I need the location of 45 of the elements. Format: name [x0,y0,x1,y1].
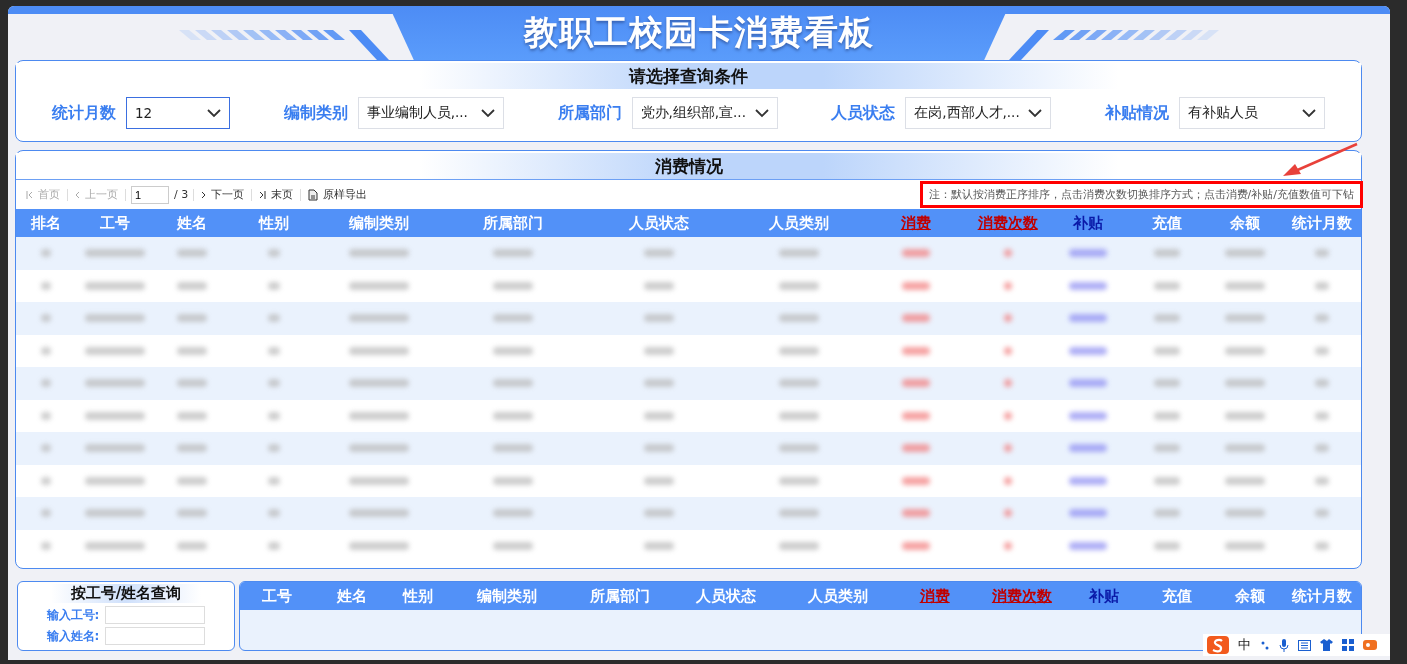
page-total: / 3 [174,188,189,201]
column-header: 所属部门 [482,213,545,233]
column-header[interactable]: 补贴 [1048,213,1128,233]
column-header: 人员状态 [695,586,758,606]
language-mode[interactable]: 中 [1238,636,1251,654]
field-label: 输入工号: [46,606,100,624]
column-header: 编制类别 [475,586,538,606]
column-header: 余额 [1233,586,1266,606]
column-header: 工号 [98,213,131,233]
column-header: 充值 [1150,213,1183,233]
column-header: 统计月数 [1291,586,1354,606]
export-button[interactable]: 原样导出 [306,187,370,202]
column-header: 余额 [1229,213,1262,233]
last-page-button[interactable]: 末页 [257,187,296,202]
column-header: 排名 [30,213,63,233]
column-header: 性别 [401,586,435,606]
column-header: 姓名 [335,586,368,606]
filter-label: 编制类别 [283,102,348,124]
filter-dropdown[interactable]: 12 [126,97,230,129]
filter-label: 所属部门 [557,102,622,124]
column-header: 所属部门 [588,586,651,606]
filter-dropdown[interactable]: 事业编制人员,... [357,97,504,129]
column-header: 工号 [261,586,294,606]
column-header: 人员类别 [806,586,869,606]
next-page-button[interactable]: 下一页 [199,187,247,202]
column-header: 姓名 [176,213,209,233]
filter-label: 统计月数 [52,102,116,124]
filter-label: 人员状态 [831,102,896,124]
column-header: 统计月数 [1291,213,1354,233]
dashboard-title: 教职工校园卡消费看板 [524,11,874,54]
column-header: 人员类别 [767,213,830,233]
filter-dropdown[interactable]: 有补贴人员 [1179,97,1325,129]
column-header[interactable]: 补贴 [1070,586,1139,606]
column-header: 充值 [1160,586,1193,606]
sorting-note: 注：默认按消费正序排序，点击消费次数切换排序方式；点击消费/补贴/充值数值可下钻 [919,181,1363,208]
panel-title: 消费情况 [654,154,723,178]
field-label: 输入姓名: [46,627,100,645]
filter-dropdown[interactable]: 党办,组织部,宣... [631,97,778,129]
column-header: 性别 [257,213,290,233]
column-header: 编制类别 [347,213,410,233]
filter-label: 补贴情况 [1105,102,1169,124]
page-number-field[interactable]: 1 [131,185,169,204]
filter-dropdown[interactable]: 在岗,西部人才,... [905,97,1052,129]
panel-title: 请选择查询条件 [629,64,748,88]
column-header: 人员状态 [628,213,691,233]
